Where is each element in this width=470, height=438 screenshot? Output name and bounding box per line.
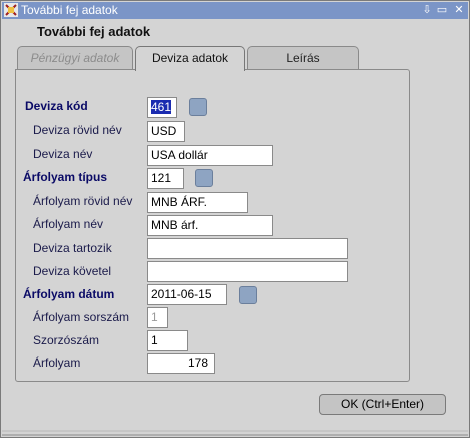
tab-penzugyi-adatok[interactable]: Pénzügyi adatok <box>17 46 133 70</box>
arfolyam-sorszam-label: Árfolyam sorszám <box>33 310 130 324</box>
arfolyam-tipus-field[interactable]: 121 <box>147 168 184 189</box>
restore-icon[interactable]: ⇩ <box>420 3 434 17</box>
close-icon[interactable]: ✕ <box>452 3 466 17</box>
title-bar[interactable]: További fej adatok ⇩ ▭ ✕ <box>2 2 468 19</box>
arfolyam-datum-label: Árfolyam dátum <box>23 287 115 301</box>
tab-label: Leírás <box>286 51 320 65</box>
deviza-nev-label: Deviza név <box>33 147 93 161</box>
arfolyam-tipus-lov-button[interactable] <box>195 169 213 187</box>
ok-button[interactable]: OK (Ctrl+Enter) <box>319 394 446 415</box>
app-icon <box>4 3 18 17</box>
tab-label: Deviza adatok <box>151 51 229 65</box>
arfolyam-nev-label: Árfolyam név <box>33 217 104 231</box>
arfolyam-label: Árfolyam <box>33 356 81 370</box>
arfolyam-datum-field[interactable]: 2011-06-15 <box>147 284 227 305</box>
arfolyam-nev-field[interactable]: MNB árf. <box>147 215 273 236</box>
window-bottom-border <box>2 430 468 436</box>
szorzoszam-label: Szorzószám <box>33 333 100 347</box>
deviza-kovetel-label: Deviza követel <box>33 264 112 278</box>
deviza-kovetel-field[interactable] <box>147 261 348 282</box>
window-title: További fej adatok <box>21 3 118 17</box>
form-heading: További fej adatok <box>37 24 151 39</box>
deviza-kod-lov-button[interactable] <box>189 98 207 116</box>
deviza-rovid-nev-label: Deviza rövid név <box>33 123 122 137</box>
arfolyam-rovid-nev-label: Árfolyam rövid név <box>33 194 133 208</box>
deviza-tartozik-field[interactable] <box>147 238 348 259</box>
tab-leiras[interactable]: Leírás <box>247 46 359 70</box>
deviza-tartozik-label: Deviza tartozik <box>33 241 112 255</box>
tab-deviza-adatok[interactable]: Deviza adatok <box>135 46 245 71</box>
arfolyam-tipus-label: Árfolyam típus <box>23 170 108 184</box>
dialog-window: További fej adatok ⇩ ▭ ✕ További fej ada… <box>0 0 470 438</box>
szorzoszam-field[interactable]: 1 <box>147 330 188 351</box>
maximize-icon[interactable]: ▭ <box>435 3 449 17</box>
arfolyam-rovid-nev-field[interactable]: MNB ÁRF. <box>147 192 248 213</box>
deviza-kod-field[interactable]: 461 <box>147 97 177 118</box>
deviza-rovid-nev-field[interactable]: USD <box>147 121 185 142</box>
deviza-nev-field[interactable]: USA dollár <box>147 145 273 166</box>
arfolyam-sorszam-field: 1 <box>147 307 168 328</box>
tab-label: Pénzügyi adatok <box>30 51 120 65</box>
deviza-kod-label: Deviza kód <box>25 99 88 113</box>
arfolyam-field[interactable]: 178 <box>147 353 215 374</box>
arfolyam-datum-lov-button[interactable] <box>239 286 257 304</box>
